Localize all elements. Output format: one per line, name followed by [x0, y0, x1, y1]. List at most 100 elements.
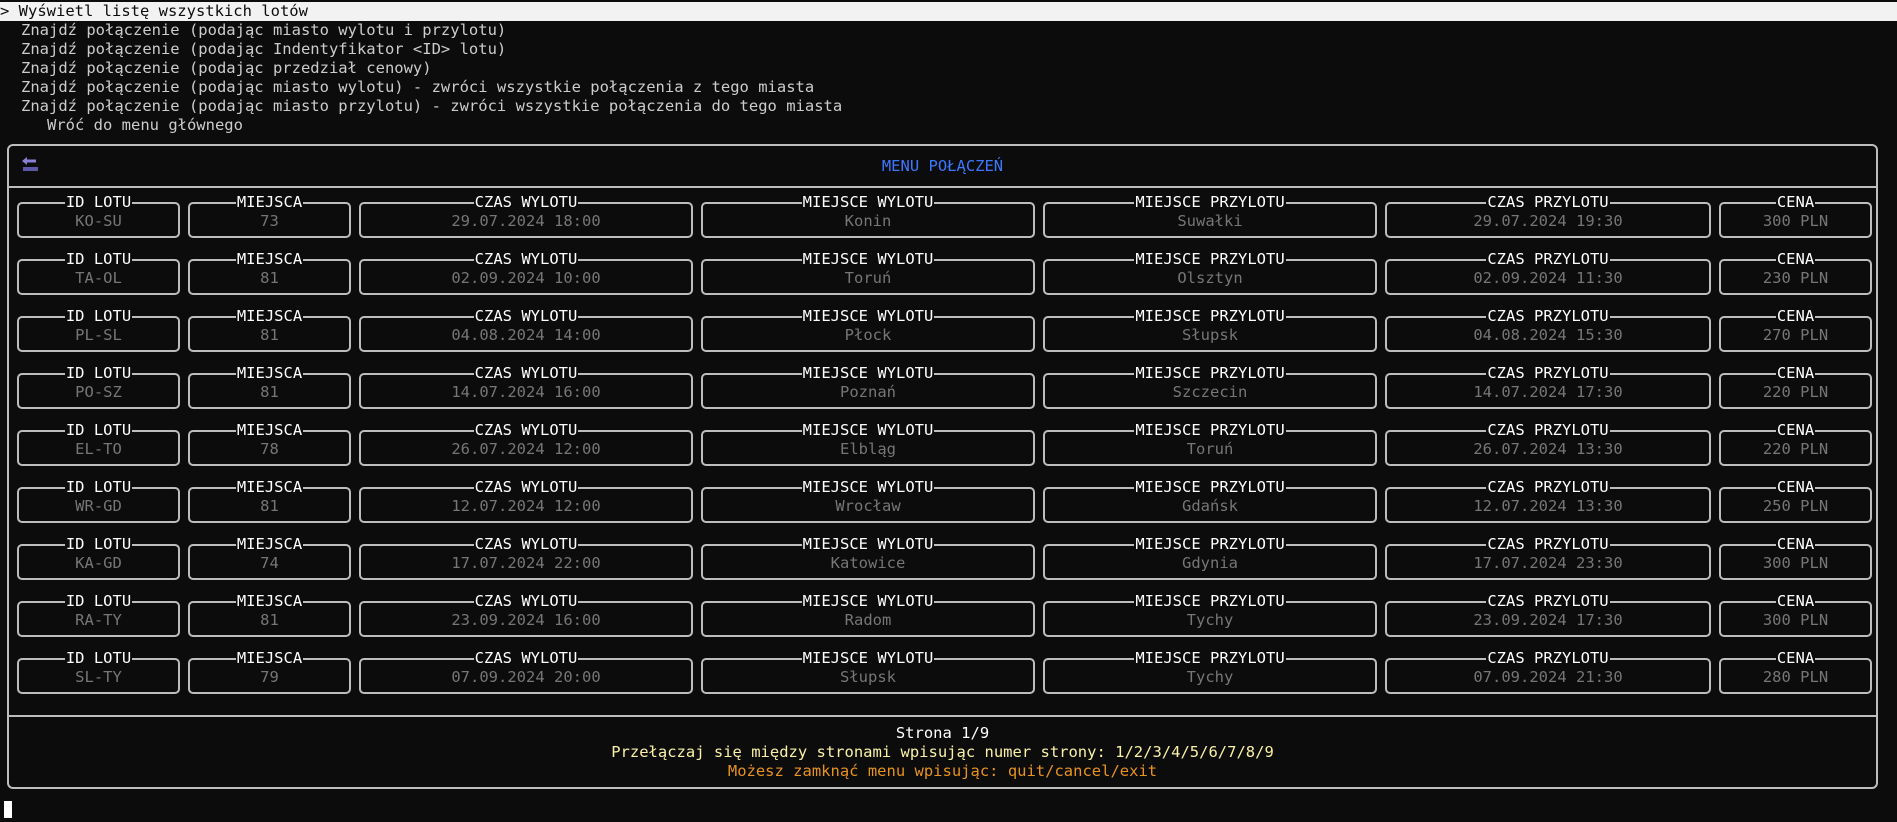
table-row: ID LOTU EL-TO MIEJSCA 78 CZAS WYLOTU 26.07.20… — [9, 421, 1876, 478]
seats-cell: MIEJSCA 73 — [188, 193, 351, 238]
price-label: CENA — [1775, 193, 1816, 211]
arrival-time-cell: CZAS PRZYLOTU 07.09.2024 21:30 — [1385, 649, 1711, 694]
departure-place-value: Poznań — [840, 383, 896, 401]
price-value: 280 PLN — [1762, 668, 1829, 686]
arrival-time-value: 23.09.2024 17:30 — [1473, 611, 1623, 629]
departure-time-cell: CZAS WYLOTU 26.07.2024 12:00 — [359, 421, 693, 466]
price-value: 270 PLN — [1762, 326, 1829, 344]
price-cell: CENA 300 PLN — [1719, 193, 1872, 238]
price-label: CENA — [1775, 250, 1816, 268]
arrival-time-value: 14.07.2024 17:30 — [1473, 383, 1623, 401]
departure-time-label: CZAS WYLOTU — [473, 592, 579, 610]
menu-item-search-by-cities[interactable]: Znajdź połączenie (podając miasto wylotu… — [0, 21, 1897, 40]
flight-id-label: ID LOTU — [64, 364, 133, 382]
departure-place-cell: MIEJSCE WYLOTU Radom — [701, 592, 1035, 637]
arrival-place-value: Gdańsk — [1182, 497, 1238, 515]
arrival-time-label: CZAS PRZYLOTU — [1486, 250, 1610, 268]
arrival-place-value: Tychy — [1186, 611, 1234, 629]
arrival-place-label: MIEJSCE PRZYLOTU — [1134, 478, 1286, 496]
menu-item-search-by-departure-city[interactable]: Znajdź połączenie (podając miasto wylotu… — [0, 78, 1897, 97]
departure-time-cell: CZAS WYLOTU 02.09.2024 10:00 — [359, 250, 693, 295]
departure-time-cell: CZAS WYLOTU 17.07.2024 22:00 — [359, 535, 693, 580]
departure-place-cell: MIEJSCE WYLOTU Wrocław — [701, 478, 1035, 523]
flight-id-label: ID LOTU — [64, 421, 133, 439]
table-row: ID LOTU TA-OL MIEJSCA 81 CZAS WYLOTU 02.09.20… — [9, 250, 1876, 307]
flight-id-value: WR-GD — [75, 497, 122, 515]
seats-label: MIEJSCA — [235, 592, 304, 610]
arrival-time-cell: CZAS PRZYLOTU 23.09.2024 17:30 — [1385, 592, 1711, 637]
arrival-time-label: CZAS PRZYLOTU — [1486, 421, 1610, 439]
seats-cell: MIEJSCA 78 — [188, 421, 351, 466]
price-label: CENA — [1775, 478, 1816, 496]
price-cell: CENA 300 PLN — [1719, 592, 1872, 637]
departure-place-cell: MIEJSCE WYLOTU Poznań — [701, 364, 1035, 409]
flight-id-label: ID LOTU — [64, 592, 133, 610]
menu-item-search-by-arrival-city[interactable]: Znajdź połączenie (podając miasto przylo… — [0, 97, 1897, 116]
departure-place-label: MIEJSCE WYLOTU — [801, 193, 935, 211]
seats-cell: MIEJSCA 81 — [188, 364, 351, 409]
departure-time-cell: CZAS WYLOTU 14.07.2024 16:00 — [359, 364, 693, 409]
seats-cell: MIEJSCA 79 — [188, 649, 351, 694]
flight-id-label: ID LOTU — [64, 535, 133, 553]
flight-id-value: KA-GD — [75, 554, 122, 572]
departure-place-label: MIEJSCE WYLOTU — [801, 478, 935, 496]
seats-label: MIEJSCA — [235, 649, 304, 667]
departure-place-label: MIEJSCE WYLOTU — [801, 307, 935, 325]
departure-time-label: CZAS WYLOTU — [473, 250, 579, 268]
price-value: 300 PLN — [1762, 212, 1829, 230]
connections-panel: MENU POŁĄCZEŃ ID LOTU KO-SU MIEJSCA 73 CZAS … — [7, 144, 1878, 789]
departure-place-value: Słupsk — [840, 668, 896, 686]
departure-place-value: Konin — [844, 212, 892, 230]
departure-time-value: 12.07.2024 12:00 — [451, 497, 601, 515]
seats-value: 74 — [260, 554, 279, 572]
arrival-place-value: Olsztyn — [1177, 269, 1243, 287]
price-cell: CENA 220 PLN — [1719, 364, 1872, 409]
arrival-time-cell: CZAS PRZYLOTU 26.07.2024 13:30 — [1385, 421, 1711, 466]
price-cell: CENA 280 PLN — [1719, 649, 1872, 694]
menu-item-search-by-price[interactable]: Znajdź połączenie (podając przedział cen… — [0, 59, 1897, 78]
flight-id-cell: ID LOTU PL-SL — [17, 307, 180, 352]
divider-bottom — [9, 715, 1876, 717]
departure-time-label: CZAS WYLOTU — [473, 193, 579, 211]
seats-label: MIEJSCA — [235, 535, 304, 553]
departure-place-cell: MIEJSCE WYLOTU Konin — [701, 193, 1035, 238]
table-row: ID LOTU RA-TY MIEJSCA 81 CZAS WYLOTU 23.09.20… — [9, 592, 1876, 649]
table-row: ID LOTU KA-GD MIEJSCA 74 CZAS WYLOTU 17.07.20… — [9, 535, 1876, 592]
arrival-place-label: MIEJSCE PRZYLOTU — [1134, 250, 1286, 268]
departure-time-label: CZAS WYLOTU — [473, 421, 579, 439]
departure-time-value: 23.09.2024 16:00 — [451, 611, 601, 629]
departure-time-label: CZAS WYLOTU — [473, 364, 579, 382]
departure-time-label: CZAS WYLOTU — [473, 535, 579, 553]
departure-time-value: 07.09.2024 20:00 — [451, 668, 601, 686]
flight-id-cell: ID LOTU EL-TO — [17, 421, 180, 466]
flight-id-cell: ID LOTU KO-SU — [17, 193, 180, 238]
arrival-time-label: CZAS PRZYLOTU — [1486, 592, 1610, 610]
departure-place-cell: MIEJSCE WYLOTU Słupsk — [701, 649, 1035, 694]
arrival-place-cell: MIEJSCE PRZYLOTU Słupsk — [1043, 307, 1377, 352]
departure-place-label: MIEJSCE WYLOTU — [801, 649, 935, 667]
navigation-menu: > Wyświetl listę wszystkich lotów Znajdź… — [0, 2, 1897, 171]
departure-time-value: 26.07.2024 12:00 — [451, 440, 601, 458]
menu-item-back-to-main[interactable]: Wróć do menu głównego — [0, 116, 1897, 171]
flight-id-value: PO-SZ — [75, 383, 122, 401]
flight-id-label: ID LOTU — [64, 250, 133, 268]
departure-time-cell: CZAS WYLOTU 12.07.2024 12:00 — [359, 478, 693, 523]
price-label: CENA — [1775, 535, 1816, 553]
menu-item-search-by-id[interactable]: Znajdź połączenie (podając Indentyfikato… — [0, 40, 1897, 59]
flight-id-label: ID LOTU — [64, 307, 133, 325]
page-indicator: Strona 1/9 — [895, 724, 990, 742]
seats-cell: MIEJSCA 81 — [188, 307, 351, 352]
arrival-time-label: CZAS PRZYLOTU — [1486, 364, 1610, 382]
departure-place-cell: MIEJSCE WYLOTU Płock — [701, 307, 1035, 352]
menu-item-list-all-flights[interactable]: > Wyświetl listę wszystkich lotów — [0, 2, 1897, 21]
seats-label: MIEJSCA — [235, 478, 304, 496]
flight-id-value: PL-SL — [75, 326, 122, 344]
price-value: 300 PLN — [1762, 554, 1829, 572]
seats-value: 81 — [260, 326, 279, 344]
flight-id-cell: ID LOTU PO-SZ — [17, 364, 180, 409]
arrival-place-label: MIEJSCE PRZYLOTU — [1134, 592, 1286, 610]
arrival-place-cell: MIEJSCE PRZYLOTU Gdynia — [1043, 535, 1377, 580]
departure-time-label: CZAS WYLOTU — [473, 478, 579, 496]
divider-top — [9, 186, 1876, 188]
seats-value: 78 — [260, 440, 279, 458]
